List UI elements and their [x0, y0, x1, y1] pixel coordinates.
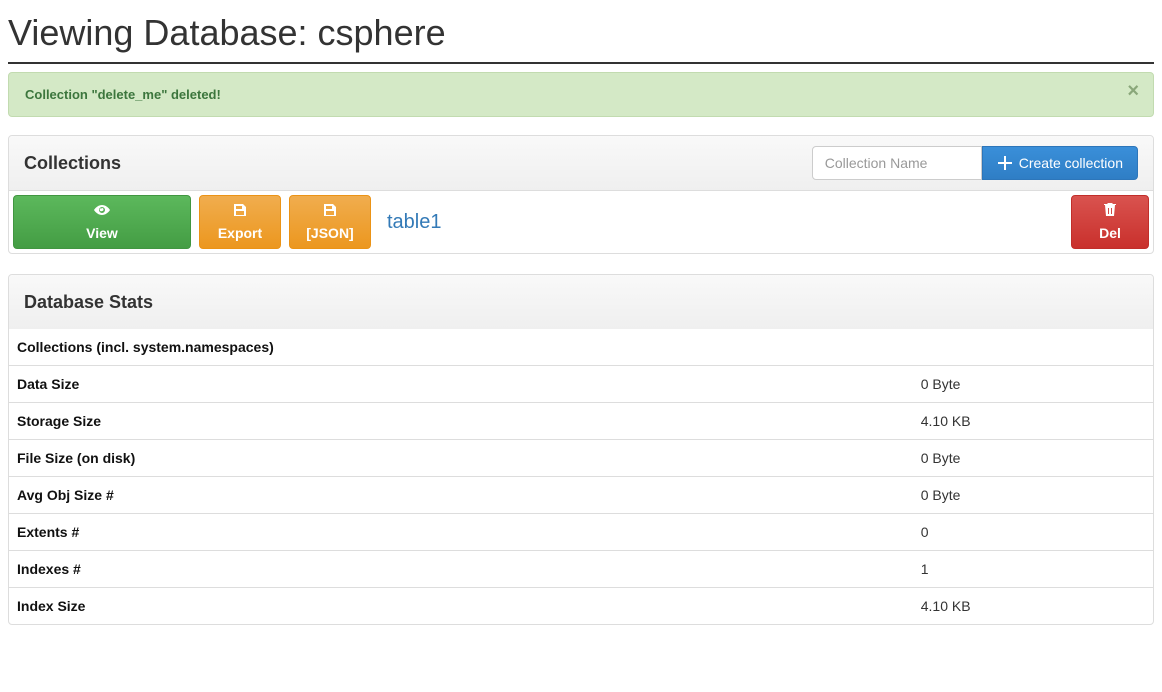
stats-label: File Size (on disk) — [9, 440, 913, 477]
stats-label: Indexes # — [9, 551, 913, 588]
collection-link[interactable]: table1 — [379, 211, 442, 233]
stats-label: Index Size — [9, 588, 913, 625]
stats-label: Storage Size — [9, 403, 913, 440]
stats-value: 0 Byte — [913, 440, 1153, 477]
stats-panel-heading: Database Stats — [9, 275, 1153, 329]
export-button[interactable]: Export — [199, 195, 281, 249]
stats-value — [913, 329, 1153, 366]
stats-panel-title: Database Stats — [24, 285, 1138, 319]
stats-value: 4.10 KB — [913, 588, 1153, 625]
plus-icon — [997, 155, 1013, 171]
delete-button-label: Del — [1099, 224, 1121, 242]
stats-label: Avg Obj Size # — [9, 477, 913, 514]
stats-value: 1 — [913, 551, 1153, 588]
close-icon[interactable]: × — [1127, 81, 1139, 101]
create-collection-label: Create collection — [1019, 154, 1123, 172]
alert-success: Collection "delete_me" deleted! × — [8, 72, 1154, 117]
stats-value: 0 Byte — [913, 477, 1153, 514]
collections-panel-heading: Collections Create collection — [9, 136, 1153, 191]
json-button[interactable]: [JSON] — [289, 195, 371, 249]
stats-row: File Size (on disk) 0 Byte — [9, 440, 1153, 477]
alert-message: Collection "delete_me" deleted! — [25, 87, 221, 102]
view-button-label: View — [86, 224, 118, 242]
create-collection-button[interactable]: Create collection — [982, 146, 1138, 180]
table-row: View Export [J — [9, 191, 1153, 253]
json-button-label: [JSON] — [306, 224, 353, 242]
stats-label: Extents # — [9, 514, 913, 551]
eye-icon — [94, 202, 110, 220]
stats-value: 0 Byte — [913, 366, 1153, 403]
stats-row: Avg Obj Size # 0 Byte — [9, 477, 1153, 514]
floppy-json-icon — [322, 202, 338, 220]
collections-table: View Export [J — [9, 191, 1153, 253]
collections-panel: Collections Create collection View — [8, 135, 1154, 254]
stats-label: Collections (incl. system.namespaces) — [9, 329, 913, 366]
create-collection-group: Create collection — [812, 146, 1138, 180]
stats-value: 4.10 KB — [913, 403, 1153, 440]
collection-name-input[interactable] — [812, 146, 982, 180]
stats-value: 0 — [913, 514, 1153, 551]
view-button[interactable]: View — [13, 195, 191, 249]
floppy-export-icon — [232, 202, 248, 220]
stats-row: Data Size 0 Byte — [9, 366, 1153, 403]
export-button-label: Export — [218, 224, 262, 242]
stats-row: Storage Size 4.10 KB — [9, 403, 1153, 440]
trash-icon — [1102, 202, 1118, 220]
stats-table: Collections (incl. system.namespaces) Da… — [9, 329, 1153, 624]
stats-row: Index Size 4.10 KB — [9, 588, 1153, 625]
collections-panel-title: Collections — [24, 146, 121, 180]
delete-button[interactable]: Del — [1071, 195, 1149, 249]
page-title: Viewing Database: csphere — [8, 12, 1154, 64]
stats-row: Extents # 0 — [9, 514, 1153, 551]
stats-row: Collections (incl. system.namespaces) — [9, 329, 1153, 366]
stats-panel: Database Stats Collections (incl. system… — [8, 274, 1154, 625]
stats-row: Indexes # 1 — [9, 551, 1153, 588]
stats-label: Data Size — [9, 366, 913, 403]
